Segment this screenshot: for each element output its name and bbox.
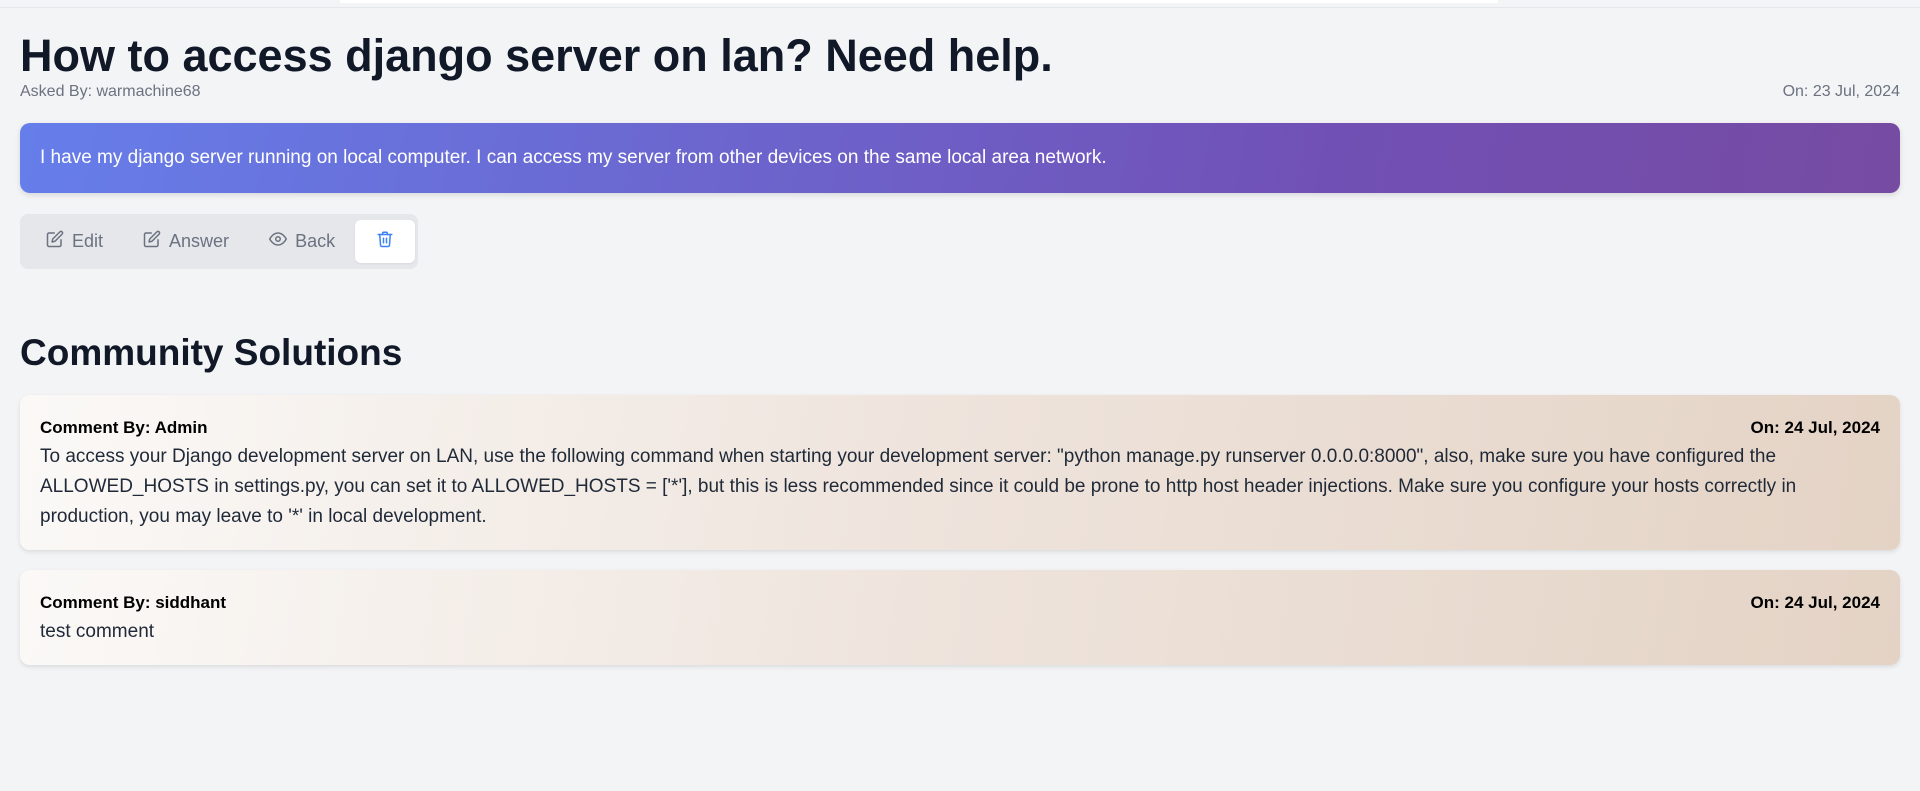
back-label: Back — [295, 231, 336, 251]
trash-icon — [376, 230, 394, 253]
question-date: On: 23 Jul, 2024 — [1782, 83, 1900, 100]
comment-card: Comment By: Admin On: 24 Jul, 2024 To ac… — [20, 395, 1900, 550]
back-button[interactable]: Back — [249, 220, 355, 263]
eye-icon — [269, 230, 288, 253]
comment-date: On: 24 Jul, 2024 — [1750, 418, 1880, 437]
comment-text: To access your Django development server… — [40, 446, 1797, 527]
question-body-text: I have my django server running on local… — [40, 147, 1107, 168]
answer-label: Answer — [169, 231, 230, 251]
edit-label: Edit — [72, 231, 104, 251]
question-toolbar: Edit Answer Back — [20, 214, 418, 269]
comment-header: Comment By: Admin On: 24 Jul, 2024 — [40, 417, 1880, 441]
question-meta: Asked By: warmachine68 On: 23 Jul, 2024 — [20, 82, 1900, 102]
comment-header: Comment By: siddhant On: 24 Jul, 2024 — [40, 592, 1880, 616]
edit-icon — [46, 230, 64, 253]
question-body-card: I have my django server running on local… — [20, 123, 1900, 193]
top-strip — [340, 0, 1498, 3]
comment-author: Comment By: siddhant — [40, 593, 227, 612]
comment-author: Comment By: Admin — [40, 418, 208, 437]
asked-by-label: Asked By: warmachine68 — [20, 83, 201, 100]
pencil-square-icon — [143, 230, 161, 253]
comment-date: On: 24 Jul, 2024 — [1750, 593, 1880, 612]
comment-text: test comment — [40, 621, 155, 642]
top-divider — [0, 7, 1920, 8]
delete-button[interactable] — [355, 220, 416, 263]
comment-card: Comment By: siddhant On: 24 Jul, 2024 te… — [20, 570, 1900, 665]
community-solutions-heading: Community Solutions — [20, 332, 403, 373]
answer-button[interactable]: Answer — [123, 220, 249, 263]
question-title: How to access django server on lan? Need… — [20, 30, 1053, 81]
edit-button[interactable]: Edit — [26, 220, 123, 263]
